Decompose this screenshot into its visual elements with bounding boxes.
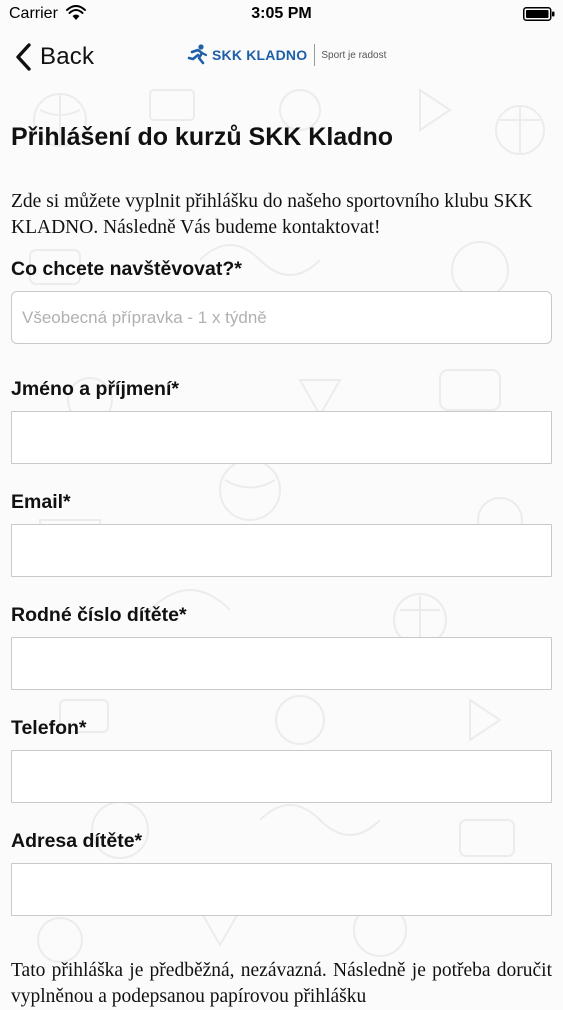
navigation-bar: Back SKK KLADNO Sport je radost	[0, 30, 563, 84]
page-title: Přihlášení do kurzů SKK Kladno	[11, 123, 393, 151]
address-label: Adresa dítěte*	[11, 830, 143, 852]
birth-number-input[interactable]	[11, 637, 552, 690]
runner-icon	[187, 44, 208, 65]
logo-name: SKK KLADNO	[212, 47, 308, 63]
disclaimer-text: Tato přihláška je předběžná, nezávazná. …	[11, 960, 552, 1007]
intro-text: Zde si můžete vyplnit přihlášku do našeh…	[11, 191, 533, 238]
status-bar: Carrier 3:05 PM	[0, 0, 563, 30]
phone-input[interactable]	[11, 750, 552, 803]
name-input[interactable]	[11, 411, 552, 464]
course-label: Co chcete navštěvovat?*	[11, 258, 242, 280]
birth-number-label: Rodné číslo dítěte*	[11, 604, 187, 626]
course-field: Co chcete navštěvovat?*	[11, 257, 552, 344]
birth-number-field: Rodné číslo dítěte*	[11, 603, 552, 690]
phone-field: Telefon*	[11, 716, 552, 803]
battery-icon	[523, 7, 555, 21]
email-label: Email*	[11, 491, 71, 513]
status-time: 3:05 PM	[251, 5, 312, 22]
email-input[interactable]	[11, 524, 552, 577]
name-field: Jméno a příjmení*	[11, 377, 552, 464]
club-logo: SKK KLADNO Sport je radost	[186, 40, 386, 70]
logo-divider	[314, 44, 316, 66]
course-input[interactable]	[11, 291, 552, 344]
email-field: Email*	[11, 490, 552, 577]
address-field: Adresa dítěte*	[11, 829, 552, 916]
phone-label: Telefon*	[11, 717, 87, 739]
form-content: Přihlášení do kurzů SKK Kladno Zde si mů…	[11, 84, 552, 916]
back-button[interactable]: Back	[14, 40, 94, 74]
name-label: Jméno a příjmení*	[11, 378, 179, 400]
logo-tagline: Sport je radost	[321, 49, 387, 61]
chevron-left-icon	[16, 43, 31, 71]
back-label: Back	[40, 43, 95, 70]
address-input[interactable]	[11, 863, 552, 916]
